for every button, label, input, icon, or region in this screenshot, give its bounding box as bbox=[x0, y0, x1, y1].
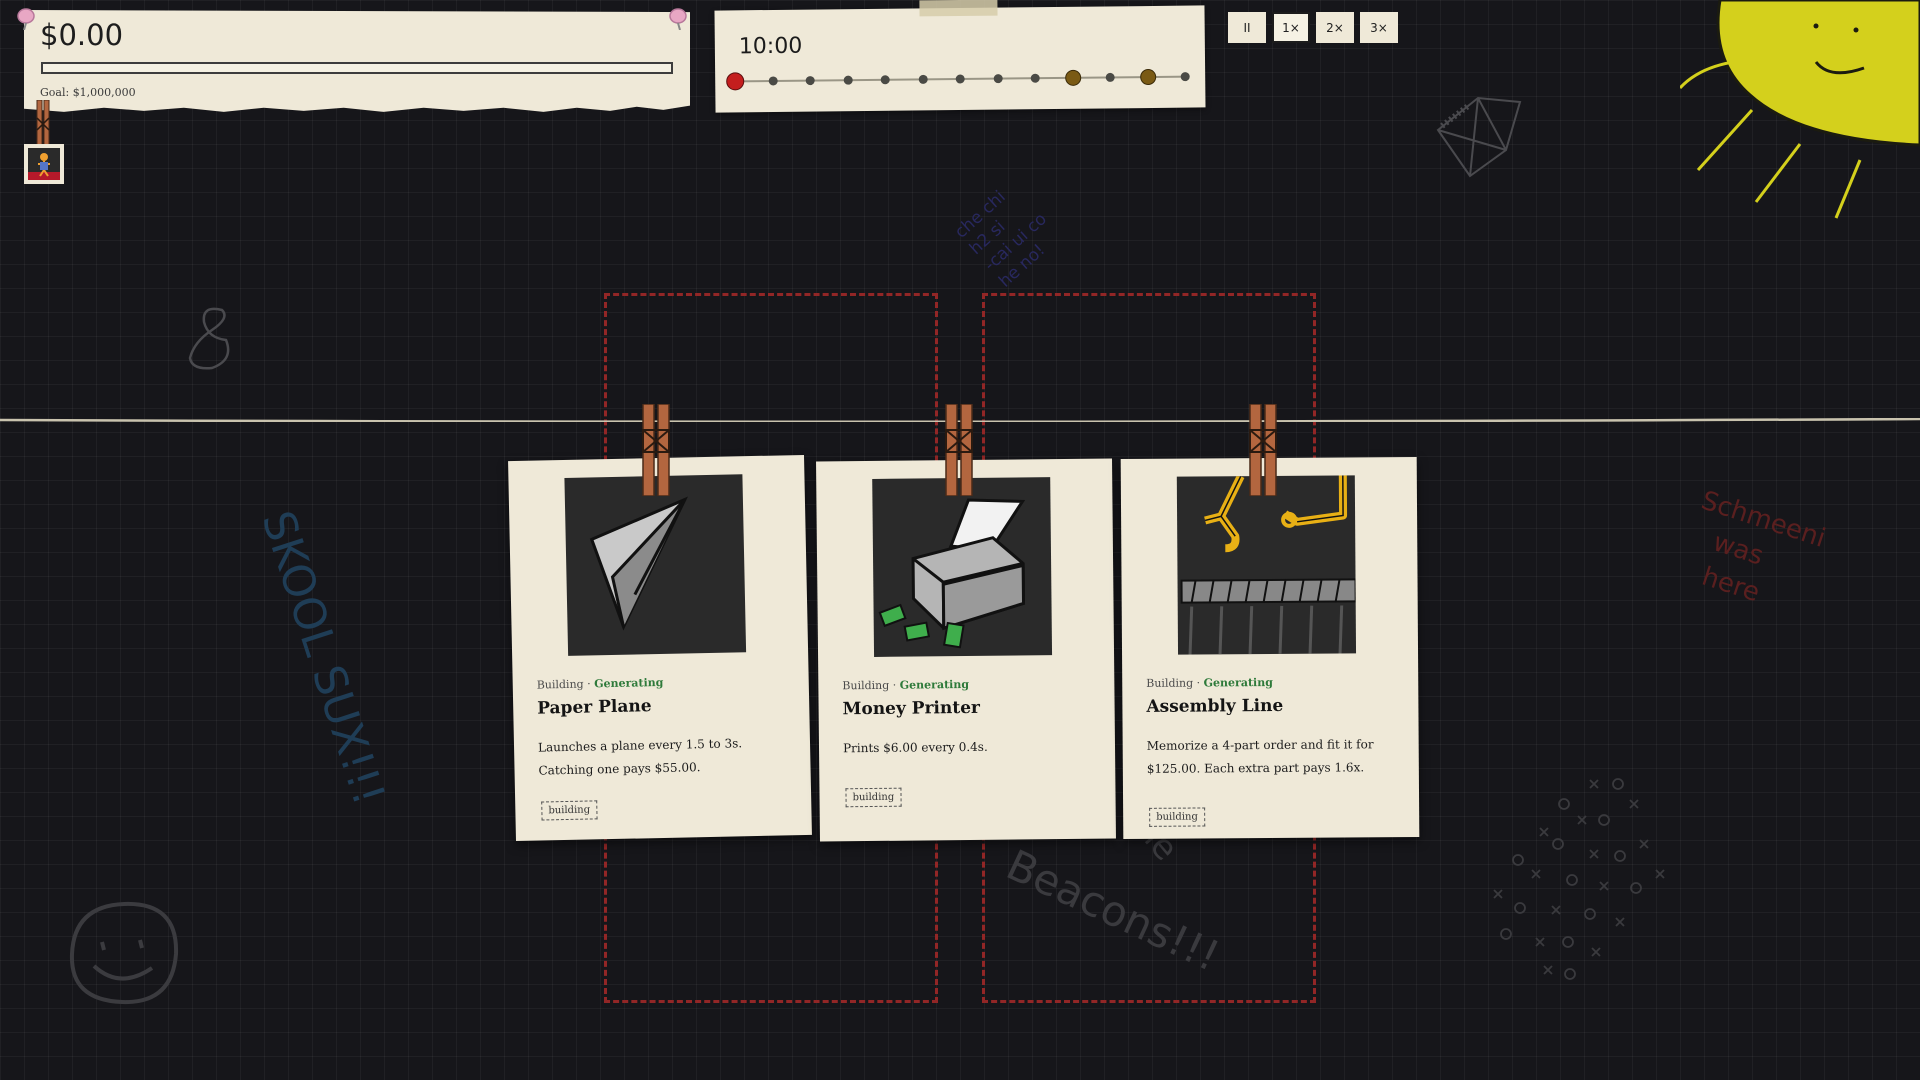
paper-plane-icon bbox=[589, 496, 688, 631]
card-status: Generating bbox=[1203, 675, 1273, 690]
timeline-marker bbox=[768, 76, 778, 86]
speed-1x-button[interactable]: 1× bbox=[1272, 12, 1310, 43]
card-kind: Building · bbox=[842, 678, 900, 693]
card-title: Paper Plane bbox=[537, 696, 652, 719]
timeline-marker bbox=[955, 74, 965, 84]
card-meta: Building · Generating bbox=[537, 676, 664, 692]
timeline-marker bbox=[805, 76, 815, 86]
schmeeni-line-2: was bbox=[1709, 527, 1767, 572]
clothespin-icon bbox=[1249, 404, 1277, 496]
money-printer-icon bbox=[878, 498, 1026, 649]
building-card-assembly-line[interactable]: Building · Generating Assembly Line Memo… bbox=[1120, 456, 1420, 840]
scribble-line-3: -cai ui co bbox=[980, 209, 1051, 276]
card-kind: Building · bbox=[536, 677, 595, 692]
timeline-marker bbox=[1180, 72, 1190, 82]
timeline-marker bbox=[918, 74, 928, 84]
card-art bbox=[1176, 475, 1357, 655]
gem-doodle bbox=[1436, 96, 1522, 178]
card-desc-line-1: Prints $6.00 every 0.4s. bbox=[842, 739, 988, 756]
schmeeni-line-1: Schmeeni bbox=[1697, 485, 1829, 554]
scribble-line-4: he no! bbox=[995, 240, 1050, 292]
card-tag: building bbox=[1149, 807, 1205, 827]
card-desc-line-2: $125.00. Each extra part pays 1.6x. bbox=[1146, 760, 1365, 776]
card-kind: Building · bbox=[1146, 676, 1204, 690]
timeline-marker bbox=[993, 74, 1003, 84]
timeline-marker bbox=[1030, 73, 1040, 83]
building-card-money-printer[interactable]: Building · Generating Money Printer Prin… bbox=[816, 458, 1116, 842]
schmeeni-line-3: here bbox=[1698, 561, 1764, 609]
money-amount: $0.00 bbox=[40, 18, 124, 52]
xo-doodle bbox=[1493, 778, 1665, 980]
goal-label: Goal: $1,000,000 bbox=[40, 86, 136, 99]
card-meta: Building · Generating bbox=[842, 678, 969, 692]
smiley-doodle bbox=[69, 901, 179, 1005]
timeline-current-marker bbox=[726, 72, 745, 91]
money-panel: $0.00 Goal: $1,000,000 bbox=[24, 10, 690, 112]
card-desc-line-1: Memorize a 4-part order and fit it for bbox=[1146, 737, 1374, 753]
card-status: Generating bbox=[899, 677, 970, 692]
pause-button[interactable]: II bbox=[1228, 12, 1266, 43]
card-tag: building bbox=[541, 800, 598, 821]
card-art bbox=[872, 477, 1053, 657]
avatar-figure-icon bbox=[28, 148, 60, 180]
scribble-line-2: h2 si bbox=[965, 216, 1010, 259]
clothespin-icon bbox=[945, 404, 973, 496]
card-title: Money Printer bbox=[842, 697, 981, 720]
timeline-marker bbox=[1105, 72, 1115, 82]
scribble-doodle: che chi h2 si -cai ui co he no! bbox=[950, 176, 1066, 293]
player-avatar-polaroid[interactable] bbox=[24, 144, 64, 184]
skool-doodle-text: SKOOL SUX!!! bbox=[251, 505, 395, 812]
pushpin-icon bbox=[17, 8, 35, 30]
goal-progress-bar bbox=[41, 62, 673, 74]
speed-3x-button[interactable]: 3× bbox=[1360, 12, 1398, 43]
schmeeni-doodle: Schmeeni was here bbox=[1674, 483, 1829, 625]
sun-doodle bbox=[1680, 0, 1920, 219]
clothespin-icon bbox=[36, 100, 50, 148]
timeline-event-marker bbox=[1064, 69, 1081, 86]
card-description: Prints $6.00 every 0.4s. bbox=[843, 735, 1093, 761]
card-meta: Building · Generating bbox=[1146, 676, 1273, 690]
timeline-event-marker bbox=[1139, 68, 1156, 86]
timeline-panel: 10:00 bbox=[714, 0, 1206, 113]
timeline-marker bbox=[880, 75, 890, 85]
card-description: Launches a plane every 1.5 to 3s. Catchi… bbox=[538, 731, 789, 782]
card-title: Assembly Line bbox=[1146, 695, 1284, 717]
clothespin-icon bbox=[642, 404, 670, 496]
pushpin-icon bbox=[669, 8, 687, 30]
speed-2x-button[interactable]: 2× bbox=[1316, 12, 1354, 43]
assembly-line-icon bbox=[1180, 475, 1357, 655]
card-desc-line-2: Catching one pays $55.00. bbox=[538, 760, 701, 778]
card-status: Generating bbox=[593, 675, 664, 691]
building-card-paper-plane[interactable]: Building · Generating Paper Plane Launch… bbox=[508, 454, 812, 842]
card-description: Memorize a 4-part order and fit it for $… bbox=[1147, 733, 1397, 781]
card-art bbox=[564, 474, 747, 656]
card-tag: building bbox=[845, 787, 902, 808]
s-doodle bbox=[188, 307, 230, 370]
scribble-line-1: che chi bbox=[951, 186, 1010, 243]
day-clock: 10:00 bbox=[738, 33, 803, 60]
tape-strip bbox=[919, 0, 998, 17]
timeline-marker bbox=[843, 75, 853, 85]
